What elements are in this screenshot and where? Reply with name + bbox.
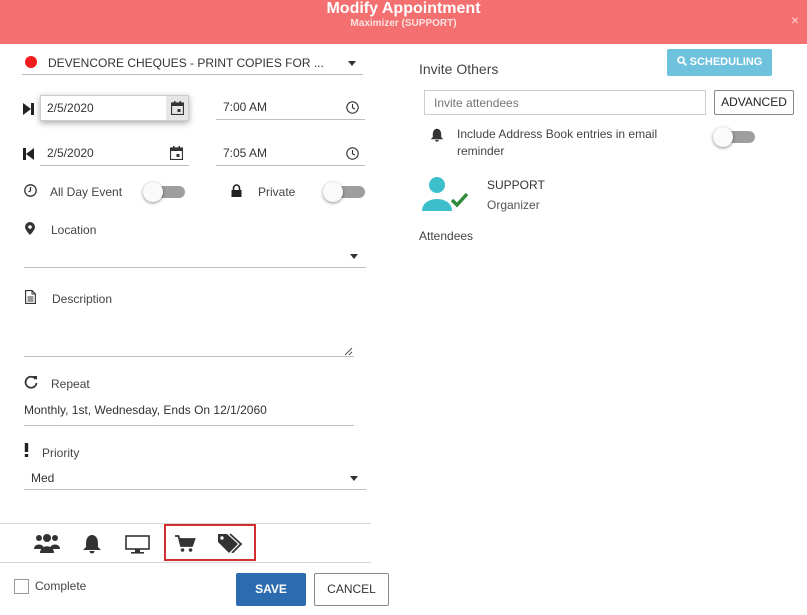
scheduling-button[interactable]: SCHEDULING	[667, 49, 772, 76]
repeat-value: Monthly, 1st, Wednesday, Ends On 12/1/20…	[24, 403, 267, 417]
clock-icon[interactable]	[346, 101, 359, 114]
search-icon	[676, 56, 687, 66]
tags-icon[interactable]	[218, 533, 243, 553]
start-date-field[interactable]: 2/5/2020	[40, 95, 189, 121]
calendar-icon[interactable]	[171, 101, 184, 115]
monitor-icon[interactable]	[125, 535, 150, 554]
clock-icon	[24, 184, 37, 197]
category-underline	[22, 74, 363, 75]
invite-heading: Invite Others	[419, 61, 499, 77]
dialog-title: Modify Appointment	[326, 0, 481, 17]
private-label: Private	[258, 185, 296, 199]
refresh-icon	[24, 375, 38, 389]
complete-checkbox[interactable]	[14, 579, 29, 594]
end-time-field[interactable]: 7:05 AM	[216, 141, 365, 166]
address-book-label: Include Address Book entries in email re…	[457, 127, 658, 158]
organizer-role: Organizer	[487, 198, 540, 212]
priority-label: Priority	[42, 446, 80, 460]
repeat-label: Repeat	[51, 377, 90, 391]
user-check-icon	[422, 177, 469, 211]
resize-handle-icon[interactable]	[344, 347, 353, 356]
start-time-value: 7:00 AM	[223, 100, 268, 114]
scheduling-label: SCHEDULING	[689, 56, 763, 68]
attendees-label: Attendees	[419, 229, 474, 243]
description-label: Description	[52, 292, 113, 306]
exclamation-icon	[24, 443, 29, 457]
end-date-field[interactable]: 2/5/2020	[40, 141, 189, 166]
priority-value: Med	[31, 471, 55, 485]
description-textarea[interactable]	[24, 310, 354, 357]
toggle-knob	[323, 182, 343, 202]
organizer-name: SUPPORT	[487, 178, 545, 192]
bell-icon	[430, 128, 444, 142]
skip-back-icon	[23, 148, 34, 160]
end-time-value: 7:05 AM	[223, 146, 268, 160]
invite-attendees-input[interactable]	[424, 90, 706, 115]
chevron-down-icon	[350, 476, 358, 481]
dialog-titlebar: Modify Appointment Maximizer (SUPPORT) ×	[0, 0, 807, 44]
toggle-knob	[143, 182, 163, 202]
users-icon[interactable]	[34, 533, 60, 553]
chevron-down-icon	[350, 254, 358, 259]
location-dropdown[interactable]	[24, 244, 366, 268]
start-date-value: 2/5/2020	[47, 101, 94, 115]
priority-dropdown[interactable]: Med	[24, 466, 366, 490]
bell-icon[interactable]	[82, 534, 102, 554]
advanced-button[interactable]: ADVANCED	[714, 90, 794, 115]
toggle-knob	[713, 127, 733, 147]
dialog-subtitle: Maximizer (SUPPORT)	[350, 18, 457, 29]
tab-bar-bottom-divider	[0, 562, 371, 563]
end-date-value: 2/5/2020	[47, 146, 94, 160]
lock-icon	[231, 184, 242, 197]
skip-forward-icon	[23, 103, 34, 115]
save-button[interactable]: SAVE	[236, 573, 306, 606]
repeat-field[interactable]: Monthly, 1st, Wednesday, Ends On 12/1/20…	[24, 398, 354, 426]
private-toggle[interactable]	[323, 182, 365, 202]
all-day-toggle[interactable]	[143, 182, 185, 202]
category-dropdown[interactable]: DEVENCORE CHEQUES - PRINT COPIES FOR ...	[22, 52, 363, 74]
calendar-icon[interactable]	[170, 146, 183, 160]
category-value: DEVENCORE CHEQUES - PRINT COPIES FOR ...	[48, 56, 324, 70]
clock-icon[interactable]	[346, 147, 359, 160]
tab-bar	[0, 524, 371, 562]
chevron-down-icon	[348, 61, 356, 66]
cart-icon[interactable]	[175, 535, 196, 553]
complete-label: Complete	[35, 579, 87, 593]
cancel-button[interactable]: CANCEL	[314, 573, 389, 606]
start-time-field[interactable]: 7:00 AM	[216, 95, 365, 120]
address-book-toggle[interactable]	[713, 127, 755, 147]
document-icon	[25, 290, 36, 304]
map-pin-icon	[25, 222, 35, 235]
location-label: Location	[51, 223, 97, 237]
close-icon[interactable]: ×	[791, 12, 799, 28]
all-day-label: All Day Event	[50, 185, 123, 199]
category-color-dot	[25, 56, 37, 68]
